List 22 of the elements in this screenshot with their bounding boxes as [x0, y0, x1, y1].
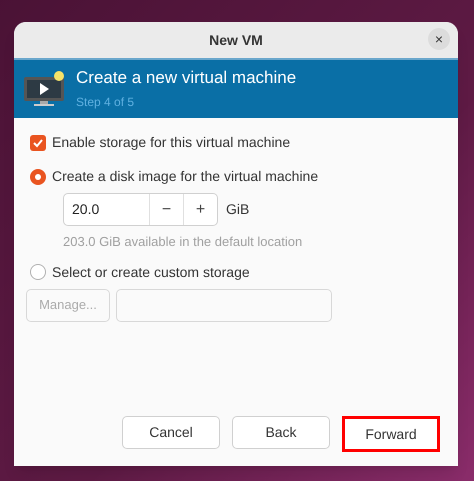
radio-button[interactable] — [30, 264, 46, 280]
increment-button[interactable]: + — [183, 194, 217, 225]
unit-label: GiB — [226, 200, 250, 219]
size-spinbox[interactable]: 20.0 − + — [63, 193, 218, 226]
dialog-button[interactable]: Forward — [342, 416, 440, 452]
radio-button[interactable] — [30, 168, 46, 184]
window-title: New VM — [209, 30, 263, 50]
header-title: Create a new virtual machine — [76, 67, 296, 89]
close-button[interactable]: × — [428, 28, 450, 50]
option-label: Select or create custom storage — [52, 262, 250, 282]
storage-path-field[interactable] — [116, 288, 332, 322]
option-label: Create a disk image for the virtual machine — [52, 167, 318, 186]
available-space-note: 203.0 GiB available in the default location — [63, 233, 304, 251]
dialog-button[interactable]: Cancel — [122, 416, 220, 449]
decrement-button[interactable]: − — [149, 194, 183, 225]
monitor-icon — [22, 69, 66, 109]
checkbox[interactable] — [30, 134, 46, 150]
checkmark-icon — [32, 136, 44, 148]
size-value: 20.0 — [71, 200, 100, 219]
header-subtitle: Step 4 of 5 — [76, 94, 136, 111]
dialog-button[interactable]: Back — [232, 416, 330, 449]
checkbox-label: Enable storage for this virtual machine — [52, 133, 290, 152]
